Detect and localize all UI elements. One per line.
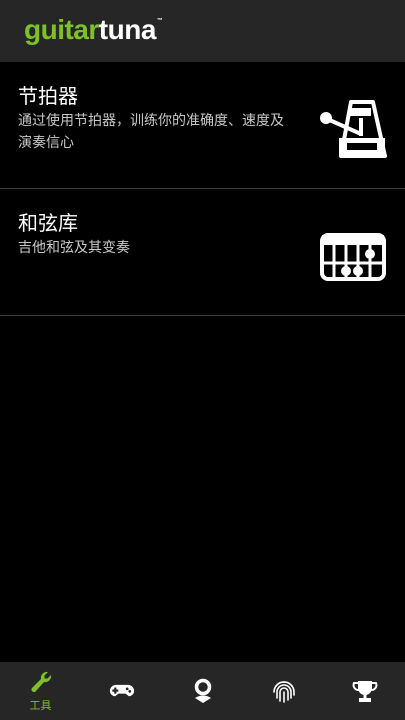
tab-tuner[interactable]	[162, 662, 243, 720]
trophy-icon	[352, 681, 377, 702]
chord-library-item[interactable]: 和弦库 吉他和弦及其变奏	[0, 189, 405, 316]
fingerprint-icon	[272, 681, 295, 703]
tab-tools-label: 工具	[29, 699, 52, 712]
gamepad-icon	[109, 684, 134, 697]
chord-library-title: 和弦库	[18, 211, 78, 235]
tuner-icon	[194, 678, 211, 703]
metronome-item[interactable]: 节拍器 通过使用节拍器，训练你的准确度、速度及演奏信心	[0, 62, 405, 189]
wrench-icon	[31, 671, 51, 692]
metronome-icon	[320, 100, 387, 158]
logo-trademark: ™	[156, 18, 163, 24]
logo-text-white: tuna	[98, 14, 157, 45]
metronome-title: 节拍器	[18, 84, 78, 108]
chord-library-description: 吉他和弦及其变奏	[18, 240, 130, 256]
chord-chart-icon	[320, 233, 386, 281]
tab-tools[interactable]: 工具	[0, 662, 81, 720]
tab-fingerprint[interactable]	[243, 662, 324, 720]
logo-text-green: guitar	[24, 14, 99, 45]
bottom-tab-bar: 工具	[0, 662, 405, 720]
guitartuna-logo: guitar tuna ™	[24, 14, 163, 48]
tab-achievements[interactable]	[324, 662, 405, 720]
metronome-description: 通过使用节拍器，训练你的准确度、速度及演奏信心	[18, 113, 284, 151]
app-header: guitar tuna ™	[0, 0, 405, 62]
tab-games[interactable]	[81, 662, 162, 720]
